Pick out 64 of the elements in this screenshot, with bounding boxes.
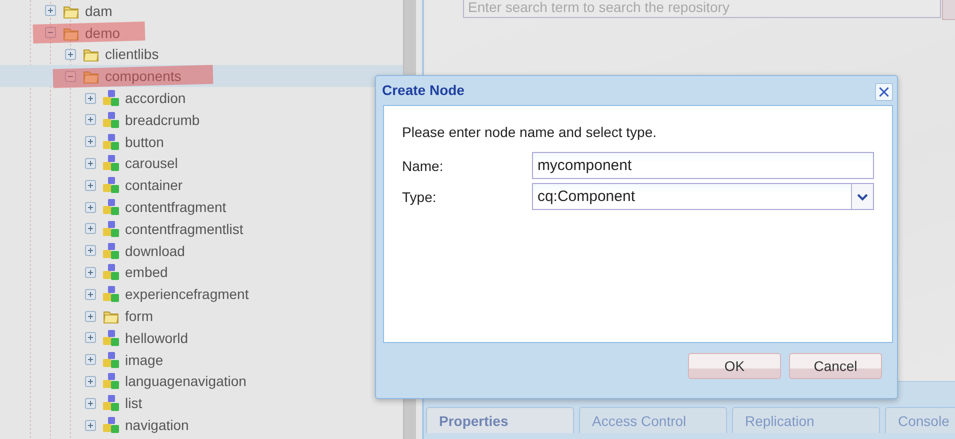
search-field[interactable]: Enter search term to search the repository: [463, 0, 941, 18]
expand-icon[interactable]: [85, 202, 96, 213]
expand-icon[interactable]: [85, 310, 96, 322]
blocks-icon: [102, 416, 120, 434]
field-label: Name:: [402, 158, 444, 174]
tree-item[interactable]: clientlibs: [105, 46, 159, 62]
blocks-icon: [102, 394, 120, 412]
tree-item[interactable]: contentfragment: [125, 199, 226, 216]
tree-item[interactable]: download: [125, 242, 185, 259]
expand-icon[interactable]: [85, 420, 96, 431]
blocks-icon: [102, 198, 120, 216]
expand-icon[interactable]: [85, 223, 96, 234]
expand-icon[interactable]: [85, 114, 96, 126]
expand-icon[interactable]: [85, 136, 96, 148]
tree-item[interactable]: embed: [125, 264, 168, 280]
expand-icon[interactable]: [85, 332, 96, 344]
expand-icon[interactable]: [85, 92, 96, 104]
blocks-icon: [102, 176, 120, 194]
blocks-icon: [102, 263, 120, 282]
close-button[interactable]: [875, 82, 893, 100]
expand-icon[interactable]: [85, 288, 96, 300]
expand-icon[interactable]: [85, 398, 96, 409]
blocks-icon: [102, 285, 120, 304]
blocks-icon: [102, 328, 120, 347]
dialog-message: Please enter node name and select type.: [402, 124, 658, 140]
tree-item[interactable]: accordion: [125, 90, 186, 106]
type-dropdown[interactable]: cq:Component: [532, 183, 874, 210]
expand-icon[interactable]: [85, 354, 96, 366]
blocks-icon: [102, 242, 120, 260]
tree-item[interactable]: carousel: [125, 155, 178, 172]
cancel-button[interactable]: Cancel: [789, 353, 882, 379]
close-icon: [878, 86, 890, 98]
tree-item[interactable]: experiencefragment: [125, 286, 249, 302]
tree-item[interactable]: list: [125, 395, 142, 412]
expand-icon[interactable]: [85, 266, 96, 278]
tree-item[interactable]: contentfragmentlist: [125, 220, 244, 237]
expand-icon[interactable]: [85, 376, 96, 387]
expand-icon[interactable]: [85, 245, 96, 256]
tree-item[interactable]: navigation: [125, 417, 189, 434]
blocks-icon: [102, 372, 120, 390]
tree-item[interactable]: container: [125, 177, 183, 194]
field-label: Type:: [402, 188, 438, 204]
blocks-icon: [102, 220, 120, 238]
blocks-icon: [102, 350, 120, 369]
collapse-icon[interactable]: [45, 27, 56, 38]
tree-item[interactable]: form: [125, 308, 153, 324]
tree-item[interactable]: image: [125, 352, 164, 368]
blocks-icon: [102, 132, 120, 151]
ok-button[interactable]: OK: [688, 353, 781, 379]
blocks-icon: [102, 154, 120, 172]
tree-item[interactable]: dam: [85, 2, 112, 19]
blocks-icon: [102, 89, 120, 108]
blocks-icon: [102, 110, 120, 129]
name-field[interactable]: mycomponent: [532, 152, 874, 179]
tree-item[interactable]: languagenavigation: [125, 373, 246, 390]
tree-item[interactable]: button: [125, 134, 164, 150]
expand-icon[interactable]: [85, 180, 96, 191]
expand-icon[interactable]: [85, 158, 96, 169]
expand-icon[interactable]: [45, 5, 56, 16]
tree-item[interactable]: breadcrumb: [125, 112, 200, 128]
expand-icon[interactable]: [65, 48, 76, 60]
tree-item[interactable]: helloworld: [125, 330, 188, 346]
collapse-icon[interactable]: [65, 70, 76, 82]
chevron-down-icon: [857, 192, 868, 200]
